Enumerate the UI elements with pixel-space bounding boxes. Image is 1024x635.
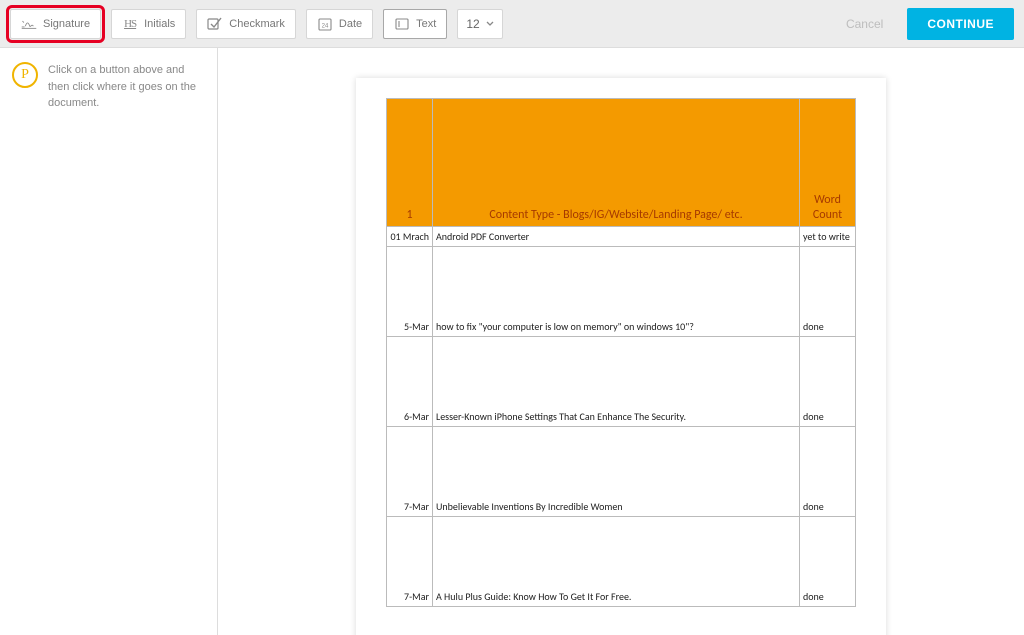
row-date: 5-Mar xyxy=(387,247,433,337)
initials-label: Initials xyxy=(144,18,175,30)
fontsize-value: 12 xyxy=(466,17,479,31)
sidebar: P Click on a button above and then click… xyxy=(0,48,218,635)
hint-text: Click on a button above and then click w… xyxy=(48,62,205,621)
table-row: 01 MrachAndroid PDF Converteryet to writ… xyxy=(387,227,856,247)
table-header-col1: 1 xyxy=(387,99,433,227)
checkmark-label: Checkmark xyxy=(229,18,285,30)
row-date: 7-Mar xyxy=(387,427,433,517)
table-header-col3: Word Count xyxy=(800,99,856,227)
signature-icon xyxy=(21,16,37,32)
row-content: A Hulu Plus Guide: Know How To Get It Fo… xyxy=(433,517,800,607)
text-label: Text xyxy=(416,18,436,30)
table-header-col2: Content Type - Blogs/IG/Website/Landing … xyxy=(433,99,800,227)
document-page[interactable]: 1 Content Type - Blogs/IG/Website/Landin… xyxy=(356,78,886,635)
row-status: done xyxy=(800,247,856,337)
initials-icon: HS xyxy=(122,16,138,32)
date-icon: 24 xyxy=(317,16,333,32)
checkmark-button[interactable]: Checkmark xyxy=(196,9,296,39)
row-status: done xyxy=(800,337,856,427)
toolbar: Signature HS Initials Checkmark 24 Date … xyxy=(0,0,1024,48)
body-area: P Click on a button above and then click… xyxy=(0,48,1024,635)
content-table: 1 Content Type - Blogs/IG/Website/Landin… xyxy=(386,98,856,607)
text-icon xyxy=(394,16,410,32)
table-row: 5-Marhow to fix "your computer is low on… xyxy=(387,247,856,337)
row-content: Android PDF Converter xyxy=(433,227,800,247)
signature-button[interactable]: Signature xyxy=(10,9,101,39)
svg-text:24: 24 xyxy=(322,23,329,29)
row-status: done xyxy=(800,427,856,517)
table-row: 6-MarLesser-Known iPhone Settings That C… xyxy=(387,337,856,427)
text-button[interactable]: Text xyxy=(383,9,447,39)
row-date: 7-Mar xyxy=(387,517,433,607)
table-row: 7-MarA Hulu Plus Guide: Know How To Get … xyxy=(387,517,856,607)
row-content: how to fix "your computer is low on memo… xyxy=(433,247,800,337)
row-status: done xyxy=(800,517,856,607)
continue-button[interactable]: CONTINUE xyxy=(907,8,1014,40)
initials-button[interactable]: HS Initials xyxy=(111,9,186,39)
fontsize-dropdown[interactable]: 12 xyxy=(457,9,502,39)
checkmark-icon xyxy=(207,16,223,32)
row-date: 01 Mrach xyxy=(387,227,433,247)
date-button[interactable]: 24 Date xyxy=(306,9,373,39)
date-label: Date xyxy=(339,18,362,30)
hint-badge: P xyxy=(12,62,38,88)
cancel-button[interactable]: Cancel xyxy=(846,17,883,31)
table-row: 7-MarUnbelievable Inventions By Incredib… xyxy=(387,427,856,517)
document-viewport[interactable]: 1 Content Type - Blogs/IG/Website/Landin… xyxy=(218,48,1024,635)
row-content: Unbelievable Inventions By Incredible Wo… xyxy=(433,427,800,517)
row-date: 6-Mar xyxy=(387,337,433,427)
row-content: Lesser-Known iPhone Settings That Can En… xyxy=(433,337,800,427)
row-status: yet to write xyxy=(800,227,856,247)
signature-label: Signature xyxy=(43,18,90,30)
chevron-down-icon xyxy=(486,21,494,27)
